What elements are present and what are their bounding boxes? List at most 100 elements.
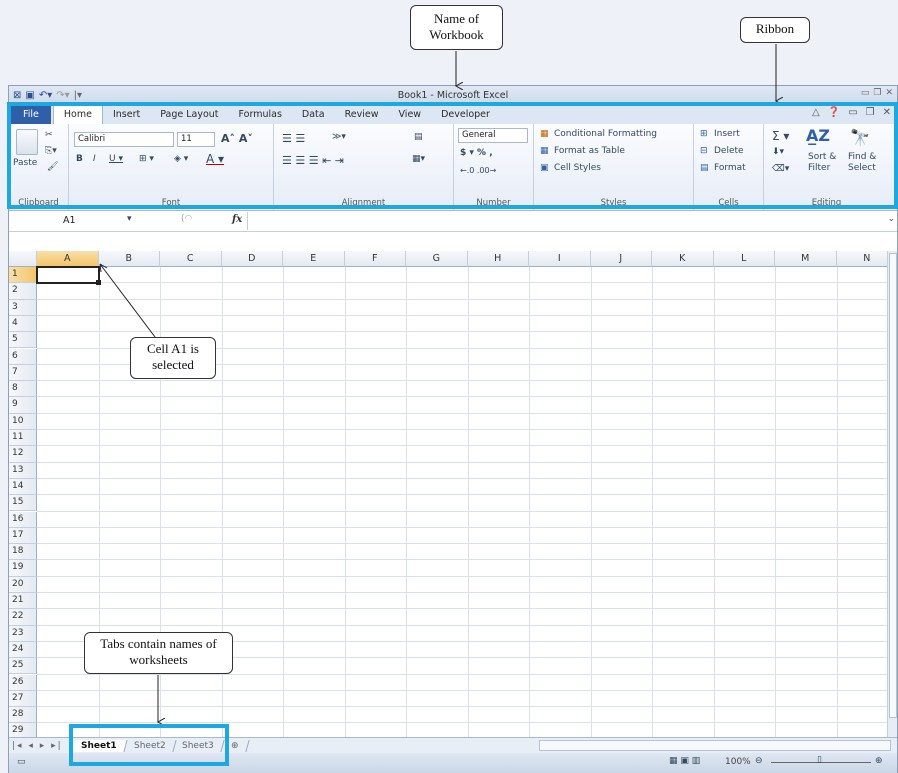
- help-icon[interactable]: ❓: [828, 107, 840, 118]
- name-box[interactable]: A1: [13, 213, 123, 230]
- cancel-formula-icon[interactable]: (◠: [181, 214, 192, 224]
- fill-handle[interactable]: [95, 280, 101, 286]
- row-header-11[interactable]: 11: [9, 430, 37, 447]
- row-header-27[interactable]: 27: [9, 690, 37, 708]
- column-header-h[interactable]: H: [467, 251, 529, 267]
- underline-icon[interactable]: U ▾: [109, 154, 123, 164]
- column-header-d[interactable]: D: [221, 251, 283, 267]
- row-header-15[interactable]: 15: [9, 495, 37, 512]
- selected-cell-a1[interactable]: [36, 266, 100, 285]
- zoom-thumb-icon[interactable]: ▯: [817, 755, 822, 765]
- row-header-24[interactable]: 24: [9, 641, 37, 659]
- sheet-nav-arrows-icon[interactable]: |◂ ◂ ▸ ▸|: [9, 741, 73, 751]
- format-as-table-button[interactable]: Format as Table: [554, 146, 625, 156]
- row-header-23[interactable]: 23: [9, 625, 37, 642]
- insert-cells-icon[interactable]: ⊞: [700, 129, 708, 139]
- merge-center-icon[interactable]: ▦▾: [412, 154, 425, 164]
- tab-insert[interactable]: Insert: [103, 106, 150, 124]
- row-header-17[interactable]: 17: [9, 527, 37, 545]
- row-header-2[interactable]: 2: [9, 283, 37, 300]
- column-header-g[interactable]: G: [406, 251, 468, 267]
- row-header-13[interactable]: 13: [9, 462, 37, 479]
- column-header-k[interactable]: K: [652, 251, 714, 267]
- row-header-25[interactable]: 25: [9, 658, 37, 675]
- copy-icon[interactable]: ⎘▾: [45, 146, 57, 156]
- select-all-corner[interactable]: [9, 251, 37, 267]
- row-header-3[interactable]: 3: [9, 299, 37, 316]
- italic-icon[interactable]: I: [93, 154, 96, 164]
- sheet-tab-2[interactable]: Sheet2: [124, 739, 177, 752]
- wrap-text-icon[interactable]: ▤: [414, 132, 423, 142]
- decimal-icon[interactable]: ←.0 .00→: [460, 166, 496, 175]
- format-painter-icon[interactable]: 🖌: [47, 162, 58, 172]
- row-header-26[interactable]: 26: [9, 674, 37, 691]
- row-header-19[interactable]: 19: [9, 560, 37, 577]
- cell-styles-icon[interactable]: ▣: [540, 163, 549, 173]
- row-header-21[interactable]: 21: [9, 593, 37, 610]
- currency-icon[interactable]: $ ▾ % ,: [460, 148, 493, 158]
- formula-input[interactable]: [247, 212, 885, 230]
- tab-developer[interactable]: Developer: [431, 106, 500, 124]
- font-name-combo[interactable]: Calibri: [74, 132, 174, 147]
- cut-icon[interactable]: ✂: [45, 130, 53, 140]
- expand-formula-icon[interactable]: ⌄: [887, 214, 895, 224]
- paste-icon[interactable]: [16, 129, 38, 155]
- fill-icon[interactable]: ⬇▾: [772, 147, 784, 157]
- row-header-9[interactable]: 9: [9, 397, 37, 414]
- number-format-combo[interactable]: General: [458, 128, 528, 143]
- conditional-formatting-button[interactable]: Conditional Formatting: [554, 129, 657, 139]
- row-header-4[interactable]: 4: [9, 315, 37, 333]
- fill-color-icon[interactable]: ◈ ▾: [174, 154, 188, 164]
- doc-close-icon[interactable]: ✕: [883, 107, 891, 118]
- find-select-icon[interactable]: 🔭: [850, 128, 870, 147]
- tab-data[interactable]: Data: [292, 106, 335, 124]
- column-header-e[interactable]: E: [283, 251, 345, 267]
- column-header-b[interactable]: B: [98, 251, 160, 267]
- minimize-icon[interactable]: ▭: [861, 88, 870, 98]
- insert-cells-button[interactable]: Insert: [714, 129, 740, 139]
- sort-filter-button[interactable]: Sort &: [808, 152, 836, 162]
- zoom-in-icon[interactable]: ⊕: [875, 756, 883, 766]
- clear-icon[interactable]: ⌫▾: [772, 164, 789, 174]
- align-top-icon[interactable]: ☰ ☰: [282, 132, 305, 145]
- column-header-i[interactable]: I: [529, 251, 591, 267]
- macro-record-icon[interactable]: ▭: [17, 757, 26, 767]
- vertical-scroll-thumb[interactable]: [889, 253, 897, 718]
- row-header-16[interactable]: 16: [9, 511, 37, 528]
- minimize-ribbon-icon[interactable]: △: [812, 107, 820, 118]
- autosum-icon[interactable]: Σ ▾: [772, 129, 789, 143]
- format-as-table-icon[interactable]: ▦: [540, 146, 549, 156]
- column-header-l[interactable]: L: [713, 251, 775, 267]
- name-box-dropdown-icon[interactable]: ▾: [127, 214, 132, 224]
- zoom-level[interactable]: 100%: [725, 757, 751, 767]
- row-header-29[interactable]: 29: [9, 723, 37, 737]
- row-header-18[interactable]: 18: [9, 544, 37, 561]
- orientation-icon[interactable]: ≫▾: [332, 132, 346, 142]
- tab-formulas[interactable]: Formulas: [229, 106, 292, 124]
- sheet-tab-3[interactable]: Sheet3: [172, 739, 225, 752]
- row-header-14[interactable]: 14: [9, 478, 37, 496]
- row-header-5[interactable]: 5: [9, 332, 37, 349]
- grow-font-icon[interactable]: A˄ A˅: [221, 132, 253, 145]
- column-header-m[interactable]: M: [775, 251, 837, 267]
- column-header-n[interactable]: N: [836, 251, 889, 267]
- row-header-22[interactable]: 22: [9, 609, 37, 626]
- view-buttons-icon[interactable]: ▦ ▣ ▥: [669, 756, 700, 766]
- row-header-1[interactable]: 1: [9, 267, 37, 284]
- column-header-j[interactable]: J: [590, 251, 652, 267]
- tab-view[interactable]: View: [389, 106, 432, 124]
- vertical-scrollbar[interactable]: [887, 251, 897, 737]
- tab-page-layout[interactable]: Page Layout: [150, 106, 228, 124]
- find-select-button[interactable]: Find &: [848, 152, 876, 162]
- format-cells-button[interactable]: Format: [714, 163, 746, 173]
- row-header-6[interactable]: 6: [9, 348, 37, 365]
- font-size-combo[interactable]: 11: [177, 132, 215, 147]
- row-header-8[interactable]: 8: [9, 381, 37, 398]
- sort-filter-icon[interactable]: A̲Z: [806, 126, 830, 145]
- doc-minimize-icon[interactable]: ▭: [848, 107, 857, 118]
- insert-function-icon[interactable]: fx: [232, 214, 242, 225]
- delete-cells-icon[interactable]: ⊟: [700, 146, 708, 156]
- row-header-12[interactable]: 12: [9, 446, 37, 463]
- doc-restore-icon[interactable]: ❐: [866, 107, 875, 118]
- horizontal-scrollbar[interactable]: [539, 740, 891, 751]
